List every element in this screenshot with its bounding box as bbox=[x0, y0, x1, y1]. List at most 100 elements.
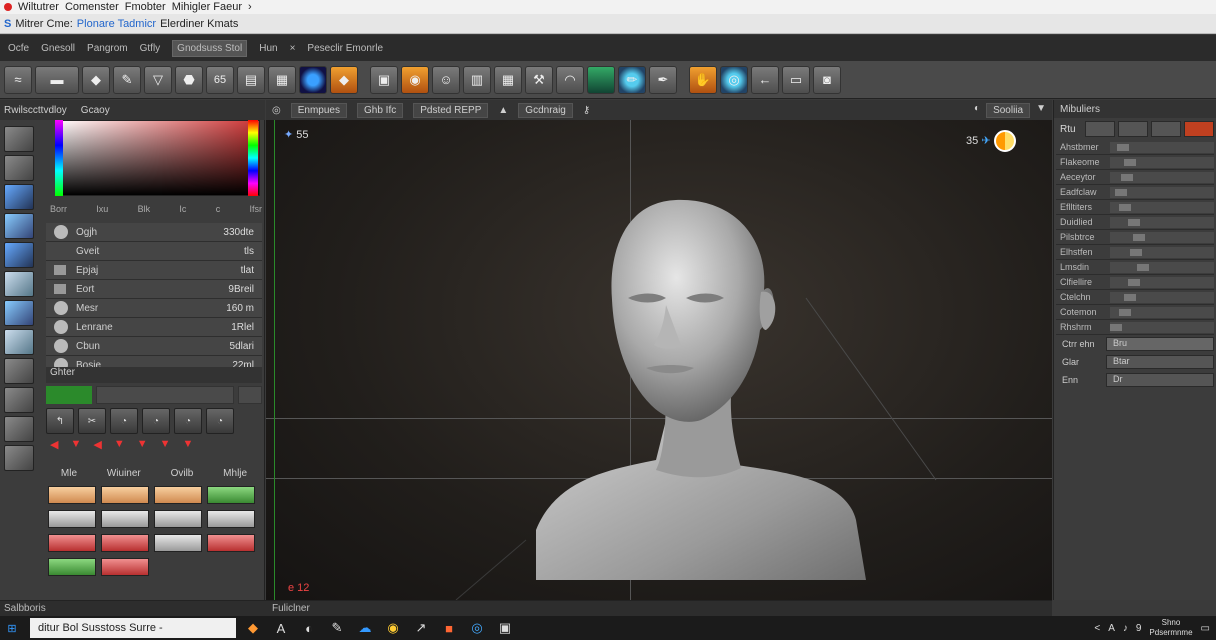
smooth-icon[interactable]: ◆ bbox=[82, 65, 110, 94]
extra-value[interactable]: Btar bbox=[1106, 355, 1214, 369]
modifier-row[interactable]: Eadfclaw bbox=[1056, 185, 1214, 200]
3d-canvas[interactable]: ✦ 55 35 ✈ e 12 bbox=[266, 120, 1052, 600]
material-swatch[interactable] bbox=[101, 510, 149, 528]
modifier-slider[interactable] bbox=[1110, 171, 1214, 183]
tool-pen-icon[interactable] bbox=[4, 416, 34, 442]
grid-icon[interactable]: ▦ bbox=[268, 65, 296, 94]
modifier-slider[interactable] bbox=[1110, 246, 1214, 258]
brush-c-icon[interactable]: ◔ bbox=[174, 408, 202, 434]
red-arrow-icon[interactable]: ◀ bbox=[93, 438, 101, 452]
modifier-slider[interactable] bbox=[1110, 216, 1214, 228]
chip-icon[interactable]: ▦ bbox=[494, 65, 522, 94]
ctrl-button[interactable] bbox=[1151, 121, 1181, 137]
tab-4[interactable]: Mihigler Faeur bbox=[172, 1, 242, 13]
slider-handle[interactable] bbox=[1117, 143, 1130, 151]
chevron-right-icon[interactable]: › bbox=[248, 1, 252, 13]
a-icon[interactable]: A bbox=[270, 621, 292, 636]
modifier-slider[interactable] bbox=[1110, 156, 1214, 168]
clock[interactable]: Shno Pdsermnme bbox=[1149, 618, 1192, 638]
brush-d-icon[interactable]: ◔ bbox=[206, 408, 234, 434]
material-swatch[interactable] bbox=[48, 558, 96, 576]
extra-value[interactable]: Bru bbox=[1106, 337, 1214, 351]
tab-viewport-4[interactable]: Gcdnraig bbox=[518, 102, 573, 118]
ctrl-button-orange[interactable] bbox=[1184, 121, 1214, 137]
material-swatch[interactable] bbox=[207, 510, 255, 528]
camera-icon[interactable]: ◙ bbox=[813, 65, 841, 94]
tool-scene-icon[interactable] bbox=[4, 300, 34, 326]
curve-icon[interactable]: ◠ bbox=[556, 65, 584, 94]
ctrl-button[interactable] bbox=[1085, 121, 1115, 137]
tool-water-icon[interactable] bbox=[4, 213, 34, 239]
red-marker-icon[interactable]: ▼ bbox=[183, 438, 194, 452]
tab-viewport-1[interactable]: Enmpues bbox=[290, 102, 347, 118]
taskbar-search[interactable]: ditur Bol Susstoss Surre - bbox=[30, 618, 236, 638]
menu-item-1[interactable]: Ocfe bbox=[8, 43, 29, 54]
or-icon[interactable]: ◐ bbox=[298, 621, 320, 636]
tab-gray[interactable]: Gcaoy bbox=[81, 105, 110, 116]
menu-item-4[interactable]: Gtfly bbox=[140, 43, 161, 54]
extra-value[interactable]: Dr bbox=[1106, 373, 1214, 387]
brush-stroke-icon[interactable]: ≈ bbox=[4, 65, 32, 94]
property-row[interactable]: Cbun 5dlari bbox=[46, 337, 262, 356]
green-swatch[interactable] bbox=[46, 386, 92, 404]
tool-glass-icon[interactable] bbox=[4, 242, 34, 268]
hue-strip-left[interactable] bbox=[55, 120, 63, 196]
modifier-slider[interactable] bbox=[1110, 141, 1214, 153]
slider-handle[interactable] bbox=[1119, 308, 1131, 316]
modifier-row[interactable]: Ctelchn bbox=[1056, 290, 1214, 305]
clay-icon[interactable]: ▬ bbox=[35, 65, 79, 94]
tab-3[interactable]: Fmobter bbox=[125, 1, 166, 13]
red-marker-icon[interactable]: ▼ bbox=[137, 438, 148, 452]
box-icon[interactable]: ▭ bbox=[782, 65, 810, 94]
tool-sky-icon[interactable] bbox=[4, 184, 34, 210]
tool-layers-icon[interactable] bbox=[4, 445, 34, 471]
face-icon[interactable]: ☺ bbox=[432, 65, 460, 94]
property-row[interactable]: Gveit tls bbox=[46, 242, 262, 261]
material-swatch[interactable] bbox=[101, 486, 149, 504]
modifier-slider[interactable] bbox=[1110, 261, 1214, 273]
property-row[interactable]: Epjaj tlat bbox=[46, 261, 262, 280]
material-swatch[interactable] bbox=[207, 534, 255, 552]
modifier-row[interactable]: Lmsdin bbox=[1056, 260, 1214, 275]
tool-grid-icon[interactable] bbox=[4, 387, 34, 413]
globe-icon[interactable]: ◎ bbox=[720, 65, 748, 94]
slider-handle[interactable] bbox=[1114, 188, 1127, 196]
notifications-icon[interactable]: ▭ bbox=[1201, 623, 1210, 634]
property-row[interactable]: Mesr 160 m bbox=[46, 299, 262, 318]
material-swatch[interactable] bbox=[101, 558, 149, 576]
triangle-icon[interactable]: ▽ bbox=[144, 65, 172, 94]
brush-a-icon[interactable]: ◔ bbox=[110, 408, 138, 434]
slider-handle[interactable] bbox=[1120, 173, 1133, 181]
tool-stamp-icon[interactable] bbox=[4, 358, 34, 384]
modifier-row[interactable]: Cotemon bbox=[1056, 305, 1214, 320]
cylinder-icon[interactable]: ▤ bbox=[237, 65, 265, 94]
material-swatch[interactable] bbox=[48, 534, 96, 552]
slider-handle[interactable] bbox=[1129, 248, 1142, 256]
slider-handle[interactable] bbox=[1123, 293, 1136, 301]
browser-icon[interactable]: ◎ bbox=[466, 620, 488, 636]
hand-icon[interactable]: ✋ bbox=[689, 65, 717, 94]
arrow-icon[interactable]: ↗ bbox=[410, 620, 432, 636]
speaker-icon[interactable]: ♪ bbox=[1123, 623, 1128, 634]
modifier-row[interactable]: Ahstbmer bbox=[1056, 140, 1214, 155]
tab-2[interactable]: Comenster bbox=[65, 1, 119, 13]
tool-icon[interactable]: ⚒ bbox=[525, 65, 553, 94]
modifier-slider[interactable] bbox=[1110, 306, 1214, 318]
color-picker[interactable] bbox=[55, 120, 260, 196]
windows-start-icon[interactable]: ⊞ bbox=[0, 622, 24, 635]
slider-handle[interactable] bbox=[1128, 278, 1140, 286]
pen-icon[interactable]: ✎ bbox=[326, 620, 348, 636]
red-marker-icon[interactable]: ▼ bbox=[160, 438, 171, 452]
chrome-icon[interactable]: ◉ bbox=[382, 620, 404, 636]
modifier-slider[interactable] bbox=[1110, 291, 1214, 303]
hook-icon[interactable]: ↰ bbox=[46, 408, 74, 434]
view-mode-icon[interactable]: ◐ bbox=[974, 103, 980, 118]
arrow-icon[interactable]: ← bbox=[751, 65, 779, 94]
tool-brush-icon[interactable] bbox=[4, 126, 34, 152]
modifier-row[interactable]: Duidlied bbox=[1056, 215, 1214, 230]
tool-landscape-icon[interactable] bbox=[4, 329, 34, 355]
tab-palette[interactable]: Rwilsccttvdloy bbox=[4, 105, 67, 116]
material-swatch[interactable] bbox=[101, 534, 149, 552]
menu-item-5[interactable]: Gnodsuss Stol bbox=[172, 39, 248, 57]
tray-item[interactable]: < bbox=[1094, 623, 1100, 634]
